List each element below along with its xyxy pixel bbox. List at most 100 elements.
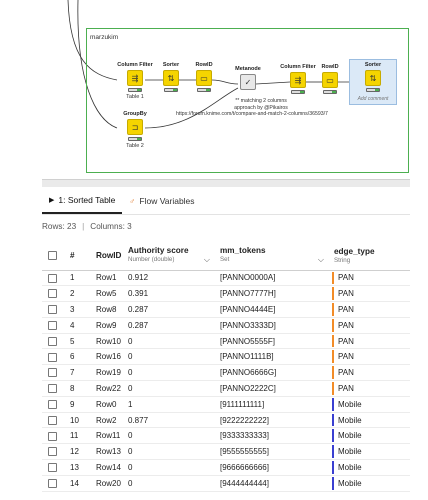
row-checkbox[interactable] <box>48 399 57 409</box>
authority-score-cell: 0 <box>126 443 218 461</box>
row-select-cell <box>42 317 64 334</box>
separator: | <box>82 222 85 231</box>
row-id: Row8 <box>94 301 126 318</box>
node-rowid-1[interactable]: RowID ▭ <box>186 62 222 92</box>
mm-tokens-cell: [9444444444] <box>218 475 332 492</box>
row-checkbox[interactable] <box>48 447 57 457</box>
table-row[interactable]: 4 Row9 0.287 [PANNO3333D] PAN <box>42 317 410 334</box>
row-index: 1 <box>64 270 94 287</box>
authority-score-cell: 0 <box>126 364 218 382</box>
table-row[interactable]: 13 Row14 0 [9666666666] Mobile <box>42 459 410 476</box>
header-authority-score[interactable]: Authority score Number (double) ⌵ <box>126 242 218 271</box>
data-table: # RowID Authority score Number (double) … <box>42 242 410 492</box>
row-checkbox[interactable] <box>48 431 57 441</box>
edge-type-value: PAN <box>338 383 354 393</box>
row-select-cell <box>42 459 64 476</box>
row-checkbox[interactable] <box>48 320 57 330</box>
edge-type-value: Mobile <box>338 462 362 472</box>
row-checkbox[interactable] <box>48 336 57 346</box>
row-checkbox[interactable] <box>48 305 57 315</box>
rowid-icon: ▭ <box>322 72 338 88</box>
node-groupby[interactable]: GroupBy ⊐ Table 2 <box>117 111 153 150</box>
node-sorter-2[interactable]: Sorter ⇅ Add comment <box>349 59 397 105</box>
chevron-down-icon[interactable]: ⌵ <box>318 255 324 265</box>
row-select-cell <box>42 443 64 461</box>
edge-color-bar <box>332 445 334 459</box>
edge-color-bar <box>332 397 334 411</box>
edge-type-cell: PAN <box>332 348 410 366</box>
edge-color-bar <box>332 287 334 301</box>
edge-type-cell: PAN <box>332 285 410 303</box>
table-body: 1 Row1 0.912 [PANNO0000A] PAN 2 Row5 0.391 [PANN… <box>42 270 410 492</box>
select-all-checkbox[interactable] <box>48 251 57 261</box>
tab-sorted-table[interactable]: ▶ 1: Sorted Table <box>42 188 123 214</box>
table-row[interactable]: 9 Row0 1 [9111111111] Mobile <box>42 396 410 413</box>
table-row[interactable]: 5 Row10 0 [PANNO5555F] PAN <box>42 333 410 350</box>
column-count: Columns: 3 <box>90 222 132 231</box>
authority-score-cell: 0.912 <box>126 270 218 287</box>
authority-score-cell: 0 <box>126 333 218 350</box>
table-row[interactable]: 14 Row20 0 [9444444444] Mobile <box>42 475 410 492</box>
row-checkbox[interactable] <box>48 415 57 425</box>
row-checkbox[interactable] <box>48 463 57 473</box>
row-select-cell <box>42 333 64 350</box>
row-checkbox[interactable] <box>48 352 57 362</box>
row-checkbox[interactable] <box>48 289 57 299</box>
row-checkbox[interactable] <box>48 368 57 378</box>
edge-color-bar <box>332 461 334 474</box>
authority-score-cell: 0 <box>126 348 218 366</box>
header-rowid[interactable]: RowID <box>94 242 126 271</box>
edge-type-value: PAN <box>338 273 354 283</box>
authority-score-cell: 0 <box>126 475 218 492</box>
edge-type-cell: PAN <box>332 317 410 334</box>
mm-tokens-cell: [PANNO5555F] <box>218 333 332 350</box>
horizontal-scrollbar[interactable] <box>42 179 410 187</box>
table-row[interactable]: 12 Row13 0 [9555555555] Mobile <box>42 443 410 461</box>
table-row[interactable]: 6 Row16 0 [PANNO1111B] PAN <box>42 348 410 366</box>
edge-type-value: Mobile <box>338 478 362 488</box>
header-mm-tokens[interactable]: mm_tokens Set ⌵ <box>218 242 332 271</box>
table-row[interactable]: 1 Row1 0.912 [PANNO0000A] PAN <box>42 270 410 287</box>
row-checkbox[interactable] <box>48 384 57 394</box>
node-metanode[interactable]: Metanode ✓ <box>230 66 266 90</box>
row-index: 3 <box>64 301 94 318</box>
edge-type-cell: Mobile <box>332 443 410 461</box>
node-column-filter-2[interactable]: Column Filter ⇶ <box>280 64 316 94</box>
row-select-cell <box>42 285 64 303</box>
table-row[interactable]: 3 Row8 0.287 [PANNO4444E] PAN <box>42 301 410 318</box>
node-status-traffic-light <box>128 88 142 92</box>
edge-type-value: Mobile <box>338 431 362 441</box>
tab-label: Flow Variables <box>139 196 195 206</box>
row-index: 4 <box>64 317 94 334</box>
table-row[interactable]: 2 Row5 0.391 [PANNO7777H] PAN <box>42 285 410 303</box>
row-checkbox[interactable] <box>48 273 57 283</box>
header-title: mm_tokens <box>220 246 266 256</box>
note-link: https://forum.knime.com/t/compare-and-ma… <box>176 111 328 118</box>
node-column-filter-1[interactable]: Column Filter ⇶ Table 1 <box>117 62 153 101</box>
node-rowid-2[interactable]: RowID ▭ <box>312 64 348 94</box>
table-row[interactable]: 10 Row2 0.877 [9222222222] Mobile <box>42 412 410 429</box>
add-comment-link[interactable]: Add comment <box>350 96 396 102</box>
table-row[interactable]: 8 Row22 0 [PANNO2222C] PAN <box>42 380 410 397</box>
table-row[interactable]: 11 Row11 0 [9333333333] Mobile <box>42 427 410 445</box>
table-row[interactable]: 7 Row19 0 [PANNO6666G] PAN <box>42 364 410 382</box>
edge-type-cell: PAN <box>332 333 410 350</box>
row-index: 12 <box>64 443 94 461</box>
row-checkbox[interactable] <box>48 478 57 488</box>
header-type: Number (double) <box>128 256 175 264</box>
node-sorter-1[interactable]: Sorter ⇅ <box>153 62 189 92</box>
play-triangle-icon: ▶ <box>49 197 55 204</box>
header-edge-type[interactable]: edge_type String <box>332 242 410 271</box>
node-caption: Table 2 <box>126 143 144 149</box>
node-status-traffic-light <box>128 137 142 141</box>
tab-flow-variables[interactable]: ♂ Flow Variables <box>122 188 201 214</box>
node-status-traffic-light <box>164 88 178 92</box>
sorter-icon: ⇅ <box>163 70 179 86</box>
mm-tokens-cell: [PANNO2222C] <box>218 380 332 397</box>
mm-tokens-cell: [PANNO7777H] <box>218 285 332 303</box>
mm-tokens-cell: [PANNO4444E] <box>218 301 332 318</box>
sorter-icon: ⇅ <box>365 70 381 86</box>
row-select-cell <box>42 348 64 366</box>
workflow-canvas[interactable]: marzukim Column Filter ⇶ Table 1 Sorter … <box>0 0 428 178</box>
chevron-down-icon[interactable]: ⌵ <box>204 255 210 265</box>
